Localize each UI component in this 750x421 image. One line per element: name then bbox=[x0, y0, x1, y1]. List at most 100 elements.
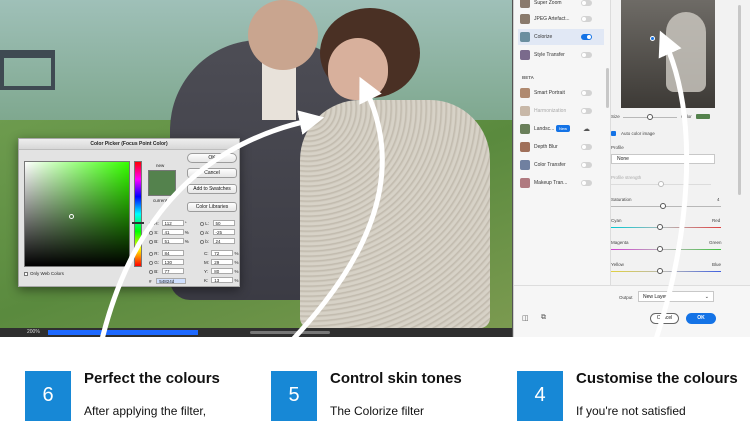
caption-title: Customise the colours bbox=[576, 370, 738, 387]
cloud-download-icon[interactable]: ☁ bbox=[583, 122, 590, 138]
hex-field[interactable]: # 54824d bbox=[149, 278, 187, 285]
auto-color-checkbox[interactable] bbox=[611, 131, 616, 136]
filter-toggle[interactable] bbox=[581, 180, 592, 186]
layer-stack-icon[interactable]: ⧉ bbox=[541, 314, 546, 322]
radio-r[interactable] bbox=[149, 251, 153, 256]
caption-number: 4 bbox=[517, 371, 563, 421]
profile-select[interactable]: None bbox=[611, 154, 715, 164]
radio-s[interactable] bbox=[149, 230, 153, 235]
color-libraries-button[interactable]: Color Libraries bbox=[187, 202, 237, 212]
size-slider-knob[interactable] bbox=[647, 114, 653, 120]
saturation-label: Saturation bbox=[611, 197, 632, 202]
field-s[interactable]: S: 41 % bbox=[149, 229, 189, 236]
cyan-red-slider[interactable] bbox=[611, 224, 721, 230]
filter-list-scrollbar[interactable] bbox=[606, 68, 609, 108]
output-select[interactable]: New Layer ⌄ bbox=[638, 291, 714, 302]
radio-lab-b[interactable] bbox=[200, 239, 204, 244]
field-g[interactable]: G: 130 bbox=[149, 259, 184, 266]
hue-slider-handle[interactable] bbox=[132, 222, 144, 224]
color-field[interactable] bbox=[24, 161, 130, 267]
checkbox-icon[interactable] bbox=[24, 271, 28, 276]
preview-thumbnail[interactable] bbox=[621, 0, 715, 108]
filter-item-colorize[interactable]: Colorize bbox=[518, 29, 604, 45]
filter-item-jpeg-artefact[interactable]: JPEG Artefact... bbox=[518, 11, 604, 27]
magenta-green-slider[interactable] bbox=[611, 246, 721, 252]
filter-toggle[interactable] bbox=[581, 162, 592, 168]
field-r[interactable]: R: 84 bbox=[149, 250, 184, 257]
ok-button[interactable]: OK bbox=[686, 313, 716, 324]
field-h[interactable]: H: 112 ° bbox=[149, 220, 187, 227]
color-picker-title[interactable]: Color Picker (Focus Point Color) bbox=[19, 139, 239, 150]
compare-view-icon[interactable]: ◫ bbox=[522, 314, 529, 322]
saturation-knob[interactable] bbox=[660, 203, 666, 209]
saturation-value: 4 bbox=[717, 197, 720, 202]
filter-toggle[interactable] bbox=[581, 108, 592, 114]
hue-slider[interactable] bbox=[132, 161, 144, 267]
filter-thumbnail bbox=[520, 178, 530, 188]
profile-strength-knob[interactable] bbox=[658, 181, 664, 187]
field-m[interactable]: M: 29 % bbox=[204, 259, 239, 266]
radio-a[interactable] bbox=[200, 230, 204, 235]
color-field-cursor[interactable] bbox=[69, 214, 74, 219]
field-c[interactable]: C: 72 % bbox=[204, 250, 239, 257]
saturation-slider[interactable] bbox=[611, 203, 721, 209]
neural-filters-panel: Super Zoom JPEG Artefact... Colorize Sty… bbox=[513, 0, 750, 337]
field-k[interactable]: K: 13 % bbox=[204, 277, 239, 284]
size-slider[interactable] bbox=[623, 114, 677, 120]
filter-item-style-transfer[interactable]: Style Transfer bbox=[518, 47, 604, 63]
field-b[interactable]: B: 51 % bbox=[149, 238, 189, 245]
filter-item-makeup-transfer[interactable]: Makeup Tran... bbox=[518, 175, 604, 191]
progress-bar bbox=[48, 330, 198, 335]
radio-l[interactable] bbox=[200, 221, 204, 226]
filter-item-depth-blur[interactable]: Depth Blur bbox=[518, 139, 604, 155]
focus-point-marker[interactable] bbox=[650, 36, 655, 41]
cyan-label: Cyan bbox=[611, 218, 622, 223]
photo-woman-dress bbox=[300, 100, 490, 328]
radio-g[interactable] bbox=[149, 260, 153, 265]
filter-toggle[interactable] bbox=[581, 16, 592, 22]
field-l[interactable]: L: 50 bbox=[200, 220, 235, 227]
horizontal-scrollbar[interactable] bbox=[250, 331, 330, 334]
field-blue[interactable]: B: 77 bbox=[149, 268, 184, 275]
field-a[interactable]: a: -25 bbox=[200, 229, 235, 236]
picker-ok-button[interactable]: OK bbox=[187, 153, 237, 163]
profile-strength-slider[interactable] bbox=[611, 181, 711, 187]
yellow-blue-slider[interactable] bbox=[611, 268, 721, 274]
filter-item-harmonization[interactable]: Harmonization bbox=[518, 103, 604, 119]
yellow-blue-knob[interactable] bbox=[657, 268, 663, 274]
picker-cancel-button[interactable]: Cancel bbox=[187, 168, 237, 178]
caption-body: The Colorize filter bbox=[330, 404, 425, 418]
filter-item-smart-portrait[interactable]: Smart Portrait bbox=[518, 85, 604, 101]
field-lab-b[interactable]: b: 24 bbox=[200, 238, 235, 245]
profile-strength-label: Profile strength bbox=[611, 175, 642, 180]
caption-6: 6 Perfect the colours After applying the… bbox=[25, 371, 255, 421]
radio-h[interactable] bbox=[149, 221, 153, 226]
output-label: Output bbox=[619, 295, 633, 300]
only-web-colors-checkbox[interactable]: Only Web Colors bbox=[24, 271, 64, 276]
caption-number: 6 bbox=[25, 371, 71, 421]
caption-4: 4 Customise the colours If you're not sa… bbox=[517, 371, 747, 421]
beta-section-label: BETA bbox=[522, 75, 534, 80]
filter-toggle[interactable] bbox=[581, 34, 592, 40]
settings-scrollbar[interactable] bbox=[738, 5, 741, 195]
magenta-green-knob[interactable] bbox=[657, 246, 663, 252]
filter-item-super-zoom[interactable]: Super Zoom bbox=[518, 0, 604, 11]
filter-toggle[interactable] bbox=[581, 90, 592, 96]
filter-toggle[interactable] bbox=[581, 144, 592, 150]
filter-toggle[interactable] bbox=[581, 52, 592, 58]
add-to-swatches-button[interactable]: Add to Swatches bbox=[187, 184, 237, 194]
radio-b[interactable] bbox=[149, 239, 153, 244]
radio-blue[interactable] bbox=[149, 269, 153, 274]
cyan-red-knob[interactable] bbox=[657, 224, 663, 230]
photo-woman-face bbox=[328, 38, 388, 100]
focus-color-swatch[interactable] bbox=[696, 114, 710, 119]
filter-item-color-transfer[interactable]: Color Transfer bbox=[518, 157, 604, 173]
status-bar: 200% bbox=[0, 328, 512, 337]
filter-thumbnail bbox=[520, 124, 530, 134]
filter-thumbnail bbox=[520, 0, 530, 8]
filter-item-landscape[interactable]: Landsc... New ☁ bbox=[518, 121, 604, 137]
field-y[interactable]: Y: 80 % bbox=[204, 268, 239, 275]
cancel-button[interactable]: Cancel bbox=[650, 313, 679, 324]
zoom-level[interactable]: 200% bbox=[27, 329, 40, 335]
filter-toggle[interactable] bbox=[581, 0, 592, 6]
